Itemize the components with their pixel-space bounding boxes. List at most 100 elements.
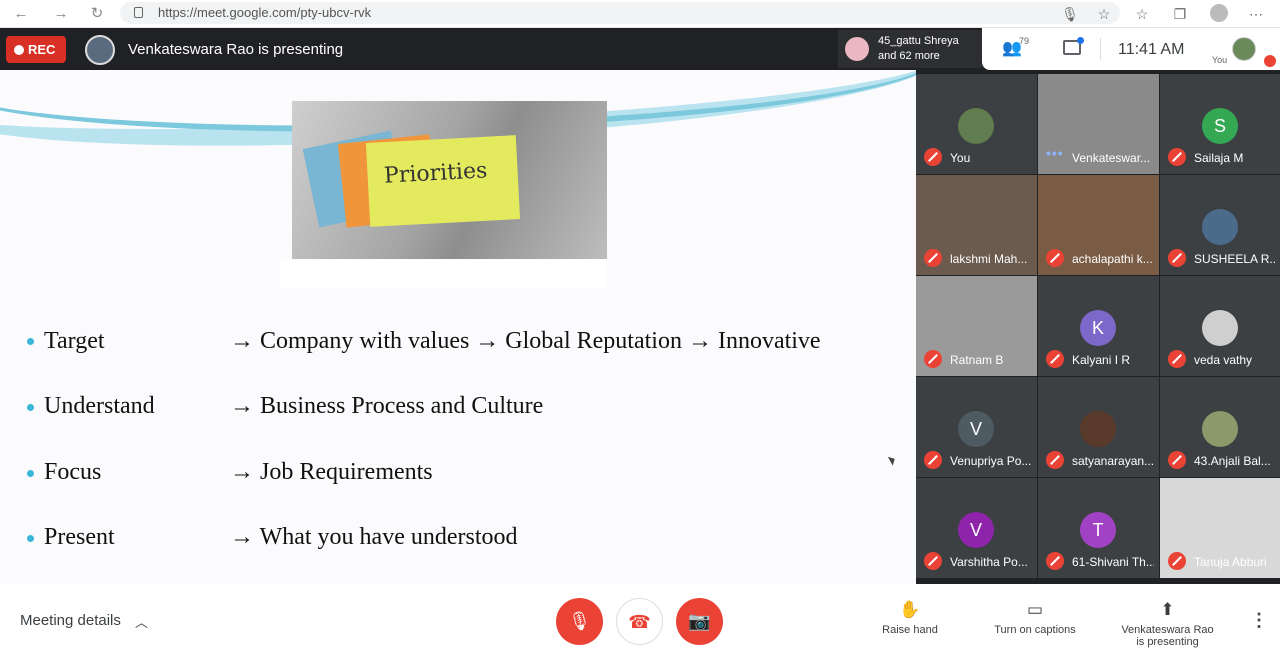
muted-mic-icon bbox=[1168, 451, 1186, 469]
participant-tile[interactable]: K Kalyani I R bbox=[1038, 276, 1159, 376]
bookmark-star-icon[interactable]: ☆ bbox=[1094, 4, 1114, 24]
clock: 11:41 AM bbox=[1118, 41, 1185, 58]
participant-name: veda vathy bbox=[1194, 353, 1253, 367]
muted-mic-icon bbox=[924, 350, 942, 368]
muted-mic-icon bbox=[924, 552, 942, 570]
profile-avatar[interactable] bbox=[1210, 4, 1228, 22]
bullet-icon bbox=[27, 470, 34, 477]
muted-mic-icon bbox=[1046, 552, 1064, 570]
participant-avatar: S bbox=[1202, 108, 1238, 144]
participant-tile[interactable]: ••• Venkateswar... bbox=[1038, 74, 1159, 174]
participant-tile[interactable]: V Venupriya Po... bbox=[916, 377, 1037, 477]
participant-grid: You ••• Venkateswar... S Sailaja M lakshmi Ma… bbox=[916, 70, 1280, 584]
self-avatar[interactable] bbox=[1232, 37, 1256, 61]
muted-mic-icon bbox=[1168, 350, 1186, 368]
bullet-icon bbox=[27, 404, 34, 411]
browser-toolbar: ← → ↻ https://meet.google.com/pty-ubcv-r… bbox=[0, 0, 1280, 28]
hand-icon: ✋ bbox=[899, 600, 921, 619]
participant-avatar bbox=[1202, 310, 1238, 346]
raise-hand-label: Raise hand bbox=[882, 624, 938, 636]
muted-mic-icon bbox=[924, 451, 942, 469]
participant-tile[interactable]: lakshmi Mah... bbox=[916, 175, 1037, 275]
image-caption-area bbox=[280, 260, 606, 288]
speaking-indicator-icon: ••• bbox=[1046, 145, 1064, 161]
presenting-text: Venkateswara Rao is presenting bbox=[128, 41, 344, 58]
recording-badge: REC bbox=[6, 36, 66, 63]
slide-desc: → What you have understood bbox=[230, 524, 518, 550]
participant-tile[interactable]: V Varshitha Po... bbox=[916, 478, 1037, 578]
participant-avatar: K bbox=[1080, 310, 1116, 346]
bullet-icon bbox=[27, 535, 34, 542]
more-options-icon[interactable]: ⋯ bbox=[1246, 4, 1266, 24]
participant-tile[interactable]: veda vathy bbox=[1160, 276, 1280, 376]
raise-hand-button[interactable]: ✋ Raise hand bbox=[870, 600, 950, 636]
control-bar: Meeting details ︿ 🎙 ☎ 📷 ✋ Raise hand ▭ T… bbox=[0, 584, 1280, 652]
participant-tile[interactable]: satyanarayan... bbox=[1038, 377, 1159, 477]
participant-avatar bbox=[1080, 411, 1116, 447]
participant-tile[interactable]: SUSHEELA R... bbox=[1160, 175, 1280, 275]
slide-term: Present bbox=[44, 524, 115, 550]
presenting-button[interactable]: ⬆ Venkateswara Rao is presenting bbox=[1110, 600, 1225, 648]
participant-name: SUSHEELA R... bbox=[1194, 252, 1276, 266]
participant-avatar bbox=[958, 108, 994, 144]
present-screen-icon: ⬆ bbox=[1160, 600, 1175, 619]
slide-desc: → Business Process and Culture bbox=[230, 393, 544, 419]
lock-icon bbox=[134, 7, 143, 18]
unmute-mic-button[interactable]: 🎙 bbox=[556, 598, 603, 645]
participant-name: Tanuja Abburi bbox=[1194, 555, 1267, 569]
presenting-label-line1: Venkateswara Rao bbox=[1121, 624, 1214, 636]
favorites-icon[interactable]: ☆ bbox=[1132, 4, 1152, 24]
participant-name: 43.Anjali Bal... bbox=[1194, 454, 1271, 468]
address-bar[interactable]: https://meet.google.com/pty-ubcv-rvk bbox=[120, 2, 1120, 24]
muted-mic-icon bbox=[1168, 552, 1186, 570]
participant-avatar bbox=[845, 37, 869, 61]
participant-tile[interactable]: achalapathi k... bbox=[1038, 175, 1159, 275]
priorities-image: Priorities bbox=[292, 101, 607, 259]
meeting-details-button[interactable]: Meeting details bbox=[20, 612, 121, 629]
people-count: 79 bbox=[1019, 36, 1030, 46]
captions-label: Turn on captions bbox=[994, 624, 1076, 636]
muted-mic-icon bbox=[1264, 55, 1276, 67]
reload-icon[interactable]: ↻ bbox=[86, 4, 108, 24]
presenting-label-line2: is presenting bbox=[1136, 636, 1199, 648]
participant-name: Ratnam B bbox=[950, 353, 1004, 367]
participant-name: satyanarayan... bbox=[1072, 454, 1154, 468]
captions-button[interactable]: ▭ Turn on captions bbox=[985, 600, 1085, 636]
chat-icon[interactable] bbox=[1063, 37, 1084, 55]
slide-desc: → Company with values → Global Reputatio… bbox=[230, 328, 821, 354]
leave-call-button[interactable]: ☎ bbox=[616, 598, 663, 645]
slide-term: Focus bbox=[44, 459, 102, 485]
participant-tile[interactable]: T 61-Shivani Th... bbox=[1038, 478, 1159, 578]
participant-avatar bbox=[1202, 411, 1238, 447]
collections-icon[interactable]: ❐ bbox=[1170, 4, 1190, 24]
participant-tile[interactable]: Ratnam B bbox=[916, 276, 1037, 376]
muted-mic-icon bbox=[1046, 451, 1064, 469]
turn-on-camera-button[interactable]: 📷 bbox=[676, 598, 723, 645]
participant-tile[interactable]: You bbox=[916, 74, 1037, 174]
participant-avatar: V bbox=[958, 512, 994, 548]
participant-tile[interactable]: 43.Anjali Bal... bbox=[1160, 377, 1280, 477]
participant-name: lakshmi Mah... bbox=[950, 252, 1028, 266]
participant-name: Kalyani I R bbox=[1072, 353, 1131, 367]
participant-name: 61-Shivani Th... bbox=[1072, 555, 1154, 569]
slide-term: Understand bbox=[44, 393, 155, 419]
participant-tile[interactable]: Tanuja Abburi bbox=[1160, 478, 1280, 578]
divider bbox=[1100, 38, 1101, 60]
slide-term: Target bbox=[44, 328, 105, 354]
muted-mic-icon bbox=[1168, 148, 1186, 166]
participant-preview-tile[interactable]: 45_gattu Shreya and 62 more bbox=[838, 30, 982, 68]
participant-name: You bbox=[950, 151, 971, 165]
participant-avatar: V bbox=[958, 411, 994, 447]
muted-mic-icon bbox=[1046, 249, 1064, 267]
microphone-icon[interactable]: 🎙 bbox=[1060, 4, 1080, 24]
self-label: You bbox=[1212, 55, 1228, 65]
back-arrow-icon[interactable]: ← bbox=[10, 4, 32, 24]
muted-mic-icon bbox=[1168, 249, 1186, 267]
participant-preview-name: 45_gattu Shreya bbox=[878, 35, 959, 47]
forward-arrow-icon[interactable]: → bbox=[50, 4, 72, 24]
presentation-slide: Priorities Target → Company with values … bbox=[0, 70, 916, 584]
more-options-icon[interactable]: ⋮ bbox=[1250, 610, 1268, 631]
participant-tile[interactable]: S Sailaja M bbox=[1160, 74, 1280, 174]
chevron-up-icon[interactable]: ︿ bbox=[135, 612, 148, 631]
record-dot-icon bbox=[14, 45, 24, 55]
